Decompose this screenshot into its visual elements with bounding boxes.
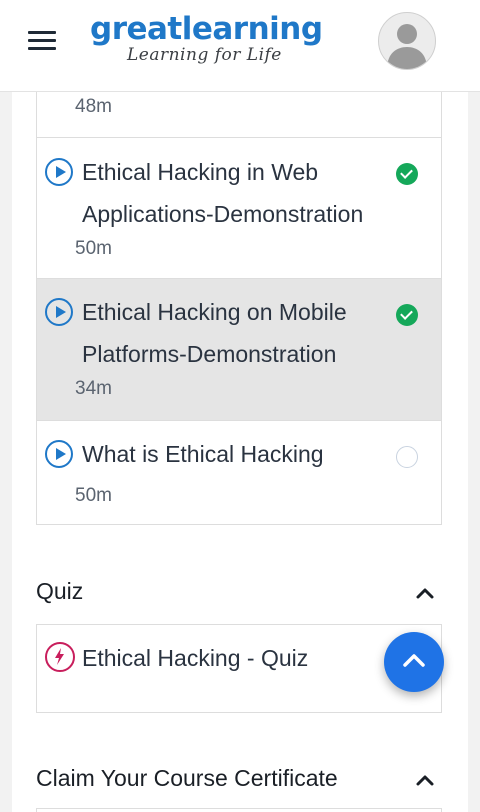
lesson-item[interactable]: Ethical Hacking in Web Applications-Demo… (36, 138, 442, 279)
lesson-duration: 34m (75, 378, 112, 399)
lesson-duration: 50m (75, 485, 112, 506)
lesson-item-active[interactable]: Ethical Hacking on Mobile Platforms-Demo… (36, 279, 442, 421)
lesson-title-line1: Ethical Hacking in Web (82, 159, 319, 185)
lesson-duration: 50m (75, 238, 112, 259)
certificate-card-edge (36, 808, 442, 812)
incomplete-circle-icon (396, 446, 418, 468)
completed-check-icon (396, 163, 418, 185)
lesson-duration: 48m (75, 96, 112, 117)
quiz-item[interactable]: Ethical Hacking - Quiz (36, 624, 442, 713)
lesson-title-line1: What is Ethical Hacking (82, 441, 324, 467)
logo[interactable]: greatlearning Learning for Life (90, 12, 323, 64)
scroll-to-top-button[interactable] (384, 632, 444, 692)
logo-tagline: Learning for Life (127, 45, 282, 65)
completed-check-icon (396, 304, 418, 326)
quiz-section-title[interactable]: Quiz (36, 578, 83, 605)
lesson-title-line1: Ethical Hacking on Mobile (82, 299, 347, 325)
play-icon[interactable] (45, 158, 73, 186)
certificate-section-title[interactable]: Claim Your Course Certificate (36, 765, 338, 792)
play-icon[interactable] (45, 298, 73, 326)
lesson-item-partial[interactable]: 48m (36, 92, 442, 138)
lesson-title-line2: Applications-Demonstration (82, 201, 364, 227)
chevron-up-icon[interactable] (415, 773, 435, 787)
chevron-up-icon[interactable] (415, 586, 435, 600)
app-header: greatlearning Learning for Life (0, 0, 480, 92)
lightning-icon (45, 642, 75, 672)
play-icon[interactable] (45, 440, 73, 468)
chevron-up-icon (403, 654, 425, 667)
hamburger-menu-icon[interactable] (28, 31, 56, 51)
lesson-title-line2: Platforms-Demonstration (82, 341, 337, 367)
user-avatar-icon[interactable] (378, 12, 436, 70)
lesson-title: Ethical Hacking in Web Applications-Demo… (82, 151, 392, 235)
lesson-item[interactable]: What is Ethical Hacking 50m (36, 421, 442, 525)
lesson-title: What is Ethical Hacking (82, 433, 392, 475)
quiz-title: Ethical Hacking - Quiz (82, 645, 309, 671)
lesson-title: Ethical Hacking on Mobile Platforms-Demo… (82, 291, 392, 375)
logo-wordmark: greatlearning (90, 11, 323, 47)
